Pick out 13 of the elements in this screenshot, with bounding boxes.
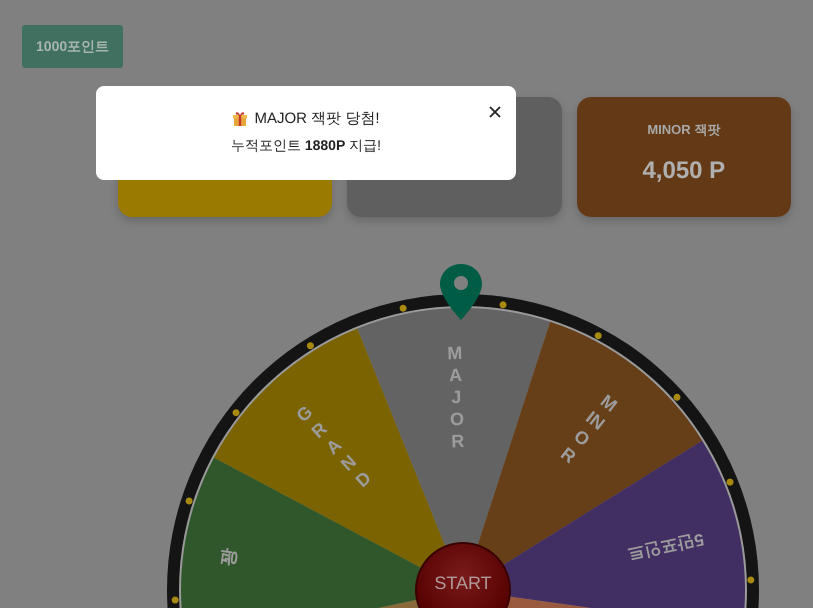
segment-label: GRAND: [292, 400, 376, 494]
jackpot-title: MINOR 잭팟: [647, 121, 720, 139]
jackpot-value: 4,050 P: [642, 157, 726, 185]
dialog-message: 누적포인트 1880P 지급!: [230, 137, 382, 155]
segment-label: MINOR: [556, 390, 622, 470]
points-button[interactable]: 1000포인트: [22, 25, 124, 68]
gift-icon: [232, 110, 248, 126]
segment-label: 꽝: [216, 546, 240, 568]
segment-label: 5만포인트: [625, 528, 706, 566]
segment-label: MAJOR: [446, 342, 466, 452]
close-icon: [488, 105, 502, 119]
map-pin-icon: [437, 262, 485, 322]
dialog-title: MAJOR 잭팟 당첨!: [254, 109, 380, 128]
